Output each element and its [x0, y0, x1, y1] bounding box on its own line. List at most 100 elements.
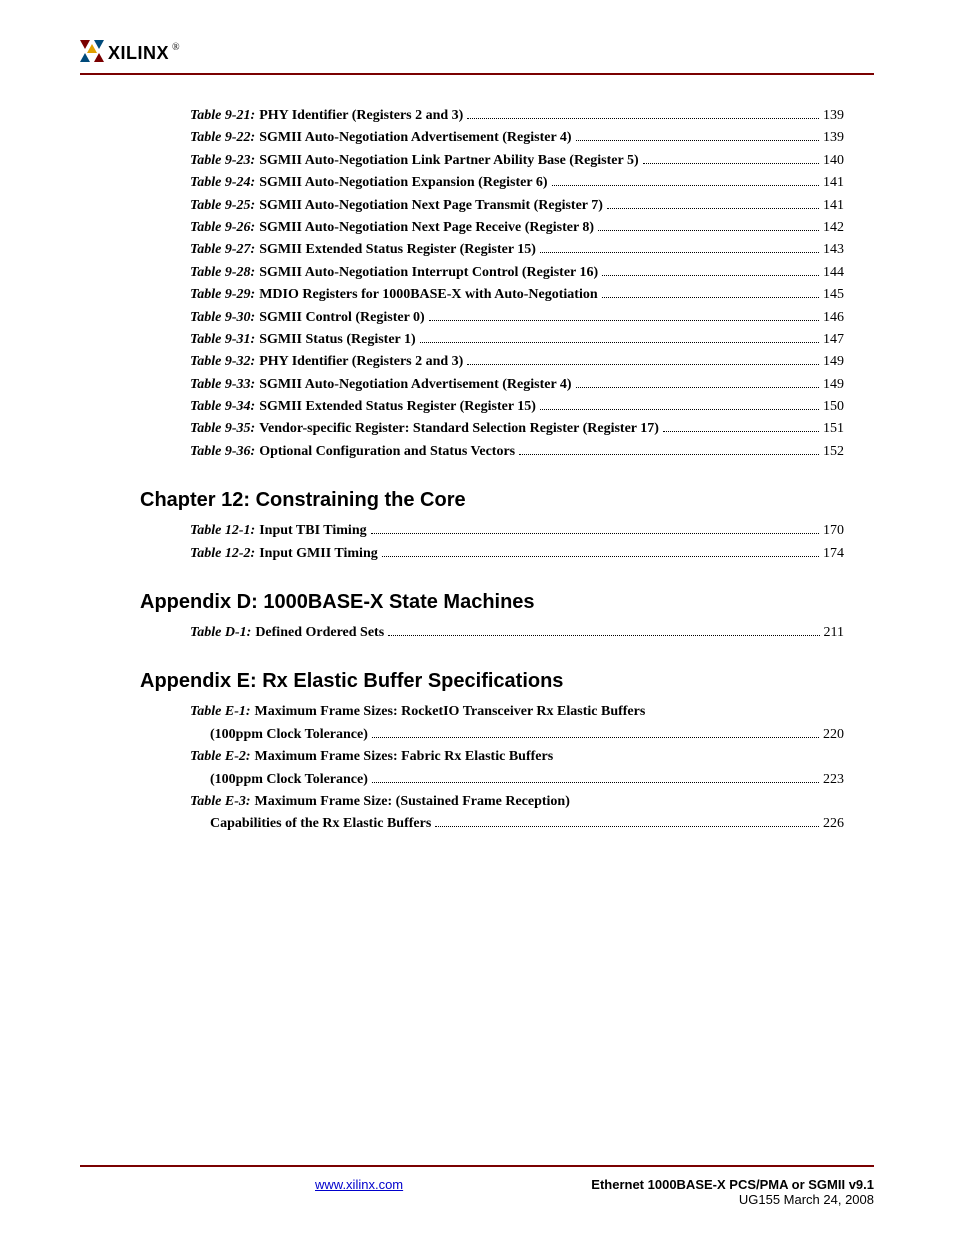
toc-entry-label: Table 9-30:: [190, 307, 255, 329]
section-heading: Appendix E: Rx Elastic Buffer Specificat…: [140, 670, 874, 693]
toc-page-number: 142: [823, 217, 844, 239]
toc-dots: [467, 353, 819, 365]
toc-page-number: 170: [823, 520, 844, 542]
footer-doc-subtitle: UG155 March 24, 2008: [591, 1192, 874, 1207]
toc-entry[interactable]: Table 9-23:SGMII Auto-Negotiation Link P…: [190, 150, 844, 172]
toc-entry-title: SGMII Extended Status Register (Register…: [259, 239, 536, 261]
toc-dots: [598, 219, 819, 231]
toc-entry[interactable]: Table 9-24:SGMII Auto-Negotiation Expans…: [190, 172, 844, 194]
toc-entry-title: SGMII Auto-Negotiation Next Page Receive…: [259, 217, 594, 239]
toc-block: Table 9-21:PHY Identifier (Registers 2 a…: [190, 105, 844, 463]
toc-block: Table E-1:Maximum Frame Sizes: RocketIO …: [190, 701, 844, 835]
toc-block: Table 12-1:Input TBI Timing170Table 12-2…: [190, 520, 844, 565]
toc-dots: [382, 544, 819, 556]
toc-dots: [388, 624, 819, 636]
toc-page-number: 152: [823, 441, 844, 463]
toc-entry-title: Vendor-specific Register: Standard Selec…: [259, 418, 659, 440]
toc-entry[interactable]: Table E-1:Maximum Frame Sizes: RocketIO …: [190, 701, 844, 723]
toc-entry[interactable]: Table 9-31:SGMII Status (Register 1)147: [190, 329, 844, 351]
toc-page-number: 220: [823, 724, 844, 746]
toc-entry-label: Table D-1:: [190, 622, 251, 644]
toc-entry[interactable]: Table E-3:Maximum Frame Size: (Sustained…: [190, 791, 844, 813]
toc-page-number: 146: [823, 307, 844, 329]
toc-entry-label: Table 9-21:: [190, 105, 255, 127]
toc-entry-label: Table 9-32:: [190, 351, 255, 373]
toc-dots: [602, 264, 819, 276]
toc-entry-continuation[interactable]: Capabilities of the Rx Elastic Buffers 22…: [190, 813, 844, 835]
toc-entry-title: Maximum Frame Sizes: RocketIO Transceive…: [255, 701, 646, 723]
toc-entry-title: PHY Identifier (Registers 2 and 3): [259, 351, 463, 373]
toc-dots: [519, 443, 819, 455]
toc-entry-title: SGMII Auto-Negotiation Advertisement (Re…: [259, 127, 571, 149]
toc-page-number: 223: [823, 769, 844, 791]
toc-page-number: 139: [823, 127, 844, 149]
toc-entry[interactable]: Table 9-29:MDIO Registers for 1000BASE-X…: [190, 284, 844, 306]
toc-entry-label: Table 12-1:: [190, 520, 255, 542]
toc-dots: [467, 107, 819, 119]
toc-entry[interactable]: Table 9-27:SGMII Extended Status Registe…: [190, 239, 844, 261]
logo: XILINX ®: [80, 40, 874, 67]
toc-entry[interactable]: Table 9-36:Optional Configuration and St…: [190, 441, 844, 463]
toc-entry-cont-text: Capabilities of the Rx Elastic Buffers: [210, 813, 431, 835]
logo-text: XILINX: [108, 43, 169, 64]
toc-entry-label: Table 9-24:: [190, 172, 255, 194]
toc-dots: [420, 331, 819, 343]
toc-entry[interactable]: Table 9-34:SGMII Extended Status Registe…: [190, 396, 844, 418]
toc-entry-label: Table E-1:: [190, 701, 251, 723]
toc-page-number: 139: [823, 105, 844, 127]
toc-page-number: 149: [823, 351, 844, 373]
toc-entry-label: Table 9-34:: [190, 396, 255, 418]
toc-entry[interactable]: Table 12-2:Input GMII Timing174: [190, 543, 844, 565]
toc-entry-label: Table 9-35:: [190, 418, 255, 440]
page: XILINX ® Table 9-21:PHY Identifier (Regi…: [0, 0, 954, 1235]
toc-entry-label: Table 9-22:: [190, 127, 255, 149]
toc-entry[interactable]: Table 9-26:SGMII Auto-Negotiation Next P…: [190, 217, 844, 239]
toc-dots: [552, 174, 819, 186]
toc-entry-cont-text: (100ppm Clock Tolerance): [210, 724, 368, 746]
section-heading: Chapter 12: Constraining the Core: [140, 489, 874, 512]
header-rule: [80, 73, 874, 75]
toc-entry-title: SGMII Control (Register 0): [259, 307, 425, 329]
toc-entry-label: Table 9-23:: [190, 150, 255, 172]
toc-entry[interactable]: Table 9-30:SGMII Control (Register 0) 146: [190, 307, 844, 329]
toc-page-number: 141: [823, 195, 844, 217]
toc-entry-cont-text: (100ppm Clock Tolerance): [210, 769, 368, 791]
toc-block: Table D-1:Defined Ordered Sets 211: [190, 622, 844, 644]
toc-entry[interactable]: Table D-1:Defined Ordered Sets 211: [190, 622, 844, 644]
footer-link[interactable]: www.xilinx.com: [315, 1177, 403, 1207]
toc-entry[interactable]: Table 9-33:SGMII Auto-Negotiation Advert…: [190, 374, 844, 396]
toc-entry[interactable]: Table 9-28:SGMII Auto-Negotiation Interr…: [190, 262, 844, 284]
toc-entry-continuation[interactable]: (100ppm Clock Tolerance) 223: [190, 769, 844, 791]
toc-entry-title: Defined Ordered Sets: [255, 622, 384, 644]
footer-doc-title: Ethernet 1000BASE-X PCS/PMA or SGMII v9.…: [591, 1177, 874, 1192]
toc-entry-label: Table 9-27:: [190, 239, 255, 261]
toc-entry-label: Table E-3:: [190, 791, 251, 813]
toc-entry-continuation[interactable]: (100ppm Clock Tolerance) 220: [190, 724, 844, 746]
toc-entry[interactable]: Table 9-32:PHY Identifier (Registers 2 a…: [190, 351, 844, 373]
toc-entry[interactable]: Table 9-25:SGMII Auto-Negotiation Next P…: [190, 195, 844, 217]
toc-entry[interactable]: Table E-2:Maximum Frame Sizes: Fabric Rx…: [190, 746, 844, 768]
toc-entry-label: Table 9-29:: [190, 284, 255, 306]
toc-entry-title: SGMII Auto-Negotiation Advertisement (Re…: [259, 374, 571, 396]
toc-page-number: 149: [823, 374, 844, 396]
toc-entry[interactable]: Table 9-35:Vendor-specific Register: Sta…: [190, 418, 844, 440]
toc-page-number: 226: [823, 813, 844, 835]
toc-entry[interactable]: Table 9-21:PHY Identifier (Registers 2 a…: [190, 105, 844, 127]
toc-entry-title: SGMII Auto-Negotiation Expansion (Regist…: [259, 172, 547, 194]
toc-entry-title: SGMII Extended Status Register (Register…: [259, 396, 536, 418]
toc-dots: [372, 770, 819, 782]
toc-page-number: 211: [824, 622, 844, 644]
toc-dots: [643, 152, 819, 164]
toc-entry[interactable]: Table 9-22:SGMII Auto-Negotiation Advert…: [190, 127, 844, 149]
toc-entry-label: Table E-2:: [190, 746, 251, 768]
toc-page-number: 147: [823, 329, 844, 351]
toc-entry-title: SGMII Auto-Negotiation Interrupt Control…: [259, 262, 598, 284]
toc-entry[interactable]: Table 12-1:Input TBI Timing170: [190, 520, 844, 542]
toc-page-number: 145: [823, 284, 844, 306]
toc-entry-title: SGMII Status (Register 1): [259, 329, 415, 351]
toc-entry-title: PHY Identifier (Registers 2 and 3): [259, 105, 463, 127]
footer-rule: [80, 1165, 874, 1167]
toc-dots: [663, 420, 819, 432]
toc-entry-label: Table 12-2:: [190, 543, 255, 565]
toc-entry-title: Maximum Frame Sizes: Fabric Rx Elastic B…: [255, 746, 554, 768]
